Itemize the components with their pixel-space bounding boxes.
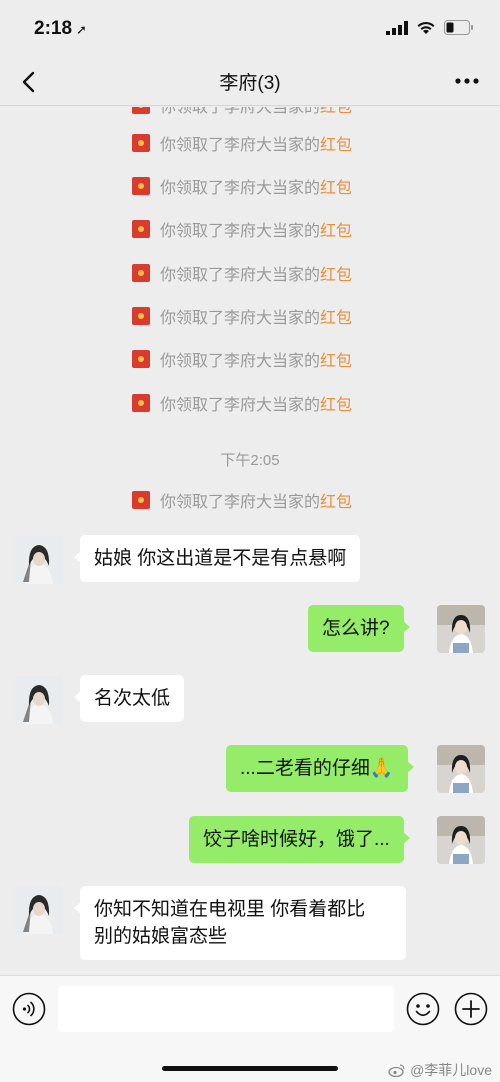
avatar-contact[interactable] — [15, 886, 63, 934]
more-dots-icon — [455, 78, 479, 84]
emoji-icon — [406, 992, 440, 1026]
status-icons — [386, 20, 474, 35]
plus-icon — [454, 992, 488, 1026]
red-packet-link[interactable]: 红包 — [320, 107, 352, 117]
red-packet-icon — [132, 264, 150, 282]
battery-icon — [444, 20, 473, 35]
red-packet-link[interactable]: 红包 — [320, 174, 352, 198]
message-bubble-incoming[interactable]: 你知不知道在电视里 你看着都比 别的姑娘富态些 — [74, 886, 406, 960]
weibo-logo-icon — [388, 1064, 405, 1077]
red-packet-link[interactable]: 红包 — [320, 131, 352, 155]
red-packet-icon — [132, 307, 150, 325]
red-packet-link[interactable]: 红包 — [320, 347, 352, 371]
message-bubble-outgoing[interactable]: 怎么讲? — [308, 605, 410, 652]
nav-bar: 李府(3) — [0, 56, 500, 106]
red-packet-link[interactable]: 红包 — [320, 217, 352, 241]
more-actions-button[interactable] — [454, 992, 488, 1026]
avatar-self-image — [437, 605, 485, 653]
chat-area[interactable]: 你领取了李府大当家的 红包 你领取了李府大当家的 红包 你领取了李府大当家的 红包 你… — [0, 107, 500, 975]
avatar-self-image — [437, 745, 485, 793]
location-arrow-icon: ➚ — [76, 22, 87, 37]
status-time-text: 2:18 — [34, 18, 73, 39]
voice-button[interactable] — [12, 992, 46, 1026]
system-message: 你领取了李府大当家的 红包 — [132, 391, 352, 415]
avatar-self[interactable] — [437, 745, 485, 793]
status-bar: 2:18 ➚ — [0, 0, 500, 56]
system-message-text: 你领取了李府大当家的 — [160, 107, 321, 116]
red-packet-icon — [132, 220, 150, 238]
emoji-button[interactable] — [406, 992, 440, 1026]
system-message: 你领取了李府大当家的 红包 — [132, 131, 352, 155]
message-timestamp: 下午2:05 — [220, 452, 280, 469]
avatar-self-image — [437, 816, 485, 864]
status-time: 2:18 ➚ — [34, 18, 87, 40]
system-message-text: 你领取了李府大当家的 — [160, 310, 321, 327]
system-message-text: 你领取了李府大当家的 — [160, 353, 321, 370]
message-bubble-outgoing[interactable]: ...二老看的仔细🙏 — [226, 745, 413, 792]
more-button[interactable] — [452, 69, 482, 93]
system-message: 你领取了李府大当家的 红包 — [132, 304, 352, 328]
message-bubble-incoming[interactable]: 名次太低 — [73, 675, 185, 722]
avatar-contact[interactable] — [15, 676, 63, 724]
red-packet-icon — [132, 177, 150, 195]
system-message: 你领取了李府大当家的 红包 — [132, 347, 352, 371]
red-packet-link[interactable]: 红包 — [320, 391, 352, 415]
red-packet-link[interactable]: 红包 — [320, 488, 352, 512]
voice-icon — [12, 992, 46, 1026]
system-message-text: 你领取了李府大当家的 — [160, 180, 321, 197]
cellular-signal-icon — [386, 20, 408, 35]
avatar-self[interactable] — [437, 605, 485, 653]
system-message-text: 你领取了李府大当家的 — [160, 494, 321, 511]
home-indicator[interactable] — [162, 1066, 338, 1071]
red-packet-icon — [132, 107, 150, 114]
red-packet-icon — [132, 350, 150, 368]
red-packet-link[interactable]: 红包 — [320, 261, 352, 285]
system-message: 你领取了李府大当家的 红包 — [132, 107, 352, 117]
red-packet-icon — [132, 491, 150, 509]
chat-title: 李府(3) — [219, 73, 281, 94]
system-message: 你领取了李府大当家的 红包 — [132, 217, 352, 241]
system-message: 你领取了李府大当家的 红包 — [132, 261, 352, 285]
wifi-icon — [417, 21, 435, 34]
system-message: 你领取了李府大当家的 红包 — [132, 174, 352, 198]
system-message-text: 你领取了李府大当家的 — [160, 267, 321, 284]
avatar-contact[interactable] — [15, 536, 63, 584]
system-message-text: 你领取了李府大当家的 — [160, 397, 321, 414]
red-packet-icon — [132, 394, 150, 412]
message-bubble-incoming[interactable]: 姑娘 你这出道是不是有点悬啊 — [73, 535, 361, 582]
avatar-contact-image — [15, 886, 63, 934]
message-bubble-outgoing[interactable]: 饺子啥时候好，饿了... — [189, 816, 410, 863]
red-packet-icon — [132, 134, 150, 152]
system-message-text: 你领取了李府大当家的 — [160, 223, 321, 240]
avatar-contact-image — [15, 676, 63, 724]
red-packet-link[interactable]: 红包 — [320, 304, 352, 328]
watermark: @李菲儿love — [388, 1060, 492, 1080]
system-message-text: 你领取了李府大当家的 — [160, 137, 321, 154]
system-message: 你领取了李府大当家的 红包 — [132, 488, 352, 512]
watermark-text: @李菲儿love — [410, 1062, 492, 1078]
message-input[interactable] — [58, 986, 394, 1032]
avatar-self[interactable] — [437, 816, 485, 864]
avatar-contact-image — [15, 536, 63, 584]
